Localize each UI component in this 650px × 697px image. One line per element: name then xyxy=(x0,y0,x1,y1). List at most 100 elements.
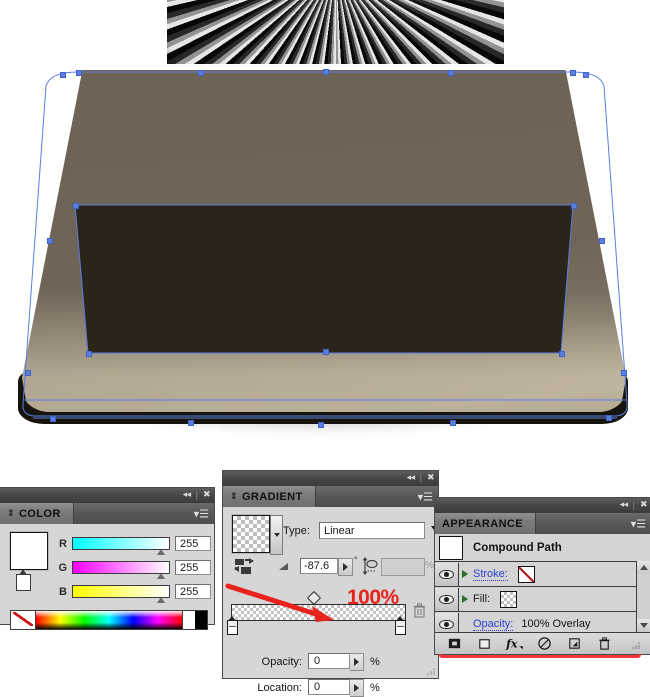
color-channel-row[interactable]: G 255 xyxy=(57,560,211,579)
panel-menu-icon[interactable]: ▾☰ xyxy=(194,508,209,519)
color-panel[interactable]: ◂◂ | ✖ ⇕ COLOR ▾☰ R 255 G 255 B 255 xyxy=(0,487,215,630)
add-new-fill-icon[interactable] xyxy=(469,634,499,653)
gradient-type-select[interactable]: Linear xyxy=(319,522,425,539)
path-anchor-point[interactable] xyxy=(47,238,53,244)
channel-slider-b[interactable] xyxy=(72,585,170,603)
illustrator-artboard[interactable] xyxy=(0,0,650,470)
color-spectrum-bar[interactable] xyxy=(10,610,208,630)
appearance-row-fill[interactable]: Fill: xyxy=(435,587,650,612)
path-anchor-point[interactable] xyxy=(606,415,612,421)
clear-appearance-icon[interactable] xyxy=(529,634,559,653)
fill-swatch-gradient-icon[interactable] xyxy=(500,590,518,608)
device-screen-shape[interactable] xyxy=(75,205,573,353)
gradient-panel[interactable]: ◂◂ | ✖ ⇕ GRADIENT ▾☰ Type: Linear -87.6 … xyxy=(222,470,441,697)
appearance-panel-titlebar[interactable]: ◂◂ | ✖ xyxy=(435,498,650,513)
angle-stepper[interactable] xyxy=(338,558,353,576)
gradient-opacity-row[interactable]: Opacity: 0 % xyxy=(250,653,380,671)
trash-icon[interactable] xyxy=(413,603,426,618)
appearance-opacity-value[interactable]: 100% Overlay xyxy=(521,618,590,630)
tab-gradient[interactable]: ⇕ GRADIENT xyxy=(223,486,316,507)
path-anchor-point[interactable] xyxy=(73,203,79,209)
white-swatch[interactable] xyxy=(182,611,195,629)
appearance-opacity-label[interactable]: Opacity: xyxy=(473,618,514,631)
visibility-toggle-icon[interactable] xyxy=(435,562,459,586)
disclosure-triangle-icon[interactable] xyxy=(459,570,471,578)
appearance-fill-label[interactable]: Fill: xyxy=(473,593,490,605)
appearance-panel-tabbar[interactable]: APPEARANCE ▾☰ xyxy=(435,513,650,534)
gradient-aspect-ratio-input[interactable] xyxy=(381,558,425,576)
channel-slider-r[interactable] xyxy=(72,537,170,555)
close-icon[interactable]: ✖ xyxy=(203,491,211,500)
scroll-up-icon[interactable] xyxy=(637,561,650,574)
path-anchor-point[interactable] xyxy=(559,351,565,357)
stroke-color-swatch[interactable] xyxy=(16,569,31,591)
reverse-gradient-icon[interactable] xyxy=(234,558,255,574)
resize-grip-icon[interactable] xyxy=(426,665,436,675)
gradient-location-row[interactable]: Location: 0 % xyxy=(250,679,380,697)
appearance-footer-toolbar[interactable]: fx xyxy=(435,632,650,654)
path-anchor-point[interactable] xyxy=(25,370,31,376)
path-anchor-point[interactable] xyxy=(50,416,56,422)
location-stepper[interactable] xyxy=(350,679,364,697)
appearance-scrollbar[interactable] xyxy=(636,561,650,632)
channel-value-b[interactable]: 255 xyxy=(175,584,211,599)
channel-value-r[interactable]: 255 xyxy=(175,536,211,551)
path-anchor-point[interactable] xyxy=(76,70,82,76)
path-anchor-point[interactable] xyxy=(599,238,605,244)
duplicate-item-icon[interactable] xyxy=(559,634,589,653)
path-anchor-point[interactable] xyxy=(583,72,589,78)
path-anchor-point[interactable] xyxy=(323,69,329,75)
none-swatch[interactable] xyxy=(11,611,36,629)
path-anchor-point[interactable] xyxy=(188,420,194,426)
collapse-icon[interactable]: ◂◂ xyxy=(183,491,192,500)
appearance-row-stroke[interactable]: Stroke: xyxy=(435,562,650,587)
tab-color[interactable]: ⇕ COLOR xyxy=(0,503,74,524)
turbine-artwork[interactable] xyxy=(167,0,504,64)
gradient-angle-input[interactable]: -87.6 xyxy=(300,558,338,574)
channel-slider-g[interactable] xyxy=(72,561,170,579)
channel-value-g[interactable]: 255 xyxy=(175,560,211,575)
path-anchor-point[interactable] xyxy=(450,420,456,426)
collapse-icon[interactable]: ◂◂ xyxy=(620,501,629,510)
path-anchor-point[interactable] xyxy=(323,349,329,355)
gradient-opacity-input[interactable]: 0 xyxy=(308,653,350,669)
fill-color-swatch[interactable] xyxy=(10,532,48,570)
close-icon[interactable]: ✖ xyxy=(427,474,435,483)
path-anchor-point[interactable] xyxy=(86,351,92,357)
close-icon[interactable]: ✖ xyxy=(640,501,648,510)
path-anchor-point[interactable] xyxy=(621,370,627,376)
delete-item-icon[interactable] xyxy=(589,634,619,653)
gradient-location-input[interactable]: 0 xyxy=(308,679,350,695)
path-anchor-point[interactable] xyxy=(448,70,454,76)
visibility-toggle-icon[interactable] xyxy=(435,587,459,611)
appearance-stroke-label[interactable]: Stroke: xyxy=(473,568,508,581)
gradient-stop-end[interactable] xyxy=(395,616,406,635)
collapse-icon[interactable]: ◂◂ xyxy=(407,474,416,483)
black-swatch[interactable] xyxy=(195,611,207,629)
gradient-preview-swatch[interactable] xyxy=(232,515,270,553)
hue-spectrum[interactable] xyxy=(36,611,182,629)
add-new-stroke-icon[interactable] xyxy=(439,634,469,653)
color-panel-tabbar[interactable]: ⇕ COLOR ▾☰ xyxy=(0,503,214,524)
resize-grip-icon[interactable] xyxy=(621,634,650,653)
path-anchor-point[interactable] xyxy=(60,72,66,78)
stroke-swatch-none-icon[interactable] xyxy=(517,565,535,583)
appearance-panel[interactable]: ◂◂ | ✖ APPEARANCE ▾☰ Compound Path Strok… xyxy=(434,497,650,658)
path-anchor-point[interactable] xyxy=(570,70,576,76)
disclosure-triangle-icon[interactable] xyxy=(459,595,471,603)
scroll-down-icon[interactable] xyxy=(637,619,650,632)
gradient-presets-dropdown[interactable] xyxy=(270,515,283,555)
gradient-panel-titlebar[interactable]: ◂◂ | ✖ xyxy=(223,471,438,486)
color-channel-row[interactable]: B 255 xyxy=(57,584,211,603)
tab-appearance[interactable]: APPEARANCE xyxy=(435,513,537,534)
appearance-target-row[interactable]: Compound Path xyxy=(435,534,650,562)
panel-menu-icon[interactable]: ▾☰ xyxy=(418,491,433,502)
color-channel-row[interactable]: R 255 xyxy=(57,536,211,555)
panel-menu-icon[interactable]: ▾☰ xyxy=(631,518,646,529)
opacity-stepper[interactable] xyxy=(350,653,364,671)
path-anchor-point[interactable] xyxy=(571,203,577,209)
color-panel-titlebar[interactable]: ◂◂ | ✖ xyxy=(0,488,214,503)
path-anchor-point[interactable] xyxy=(318,422,324,428)
gradient-panel-tabbar[interactable]: ⇕ GRADIENT ▾☰ xyxy=(223,486,438,507)
path-anchor-point[interactable] xyxy=(198,70,204,76)
